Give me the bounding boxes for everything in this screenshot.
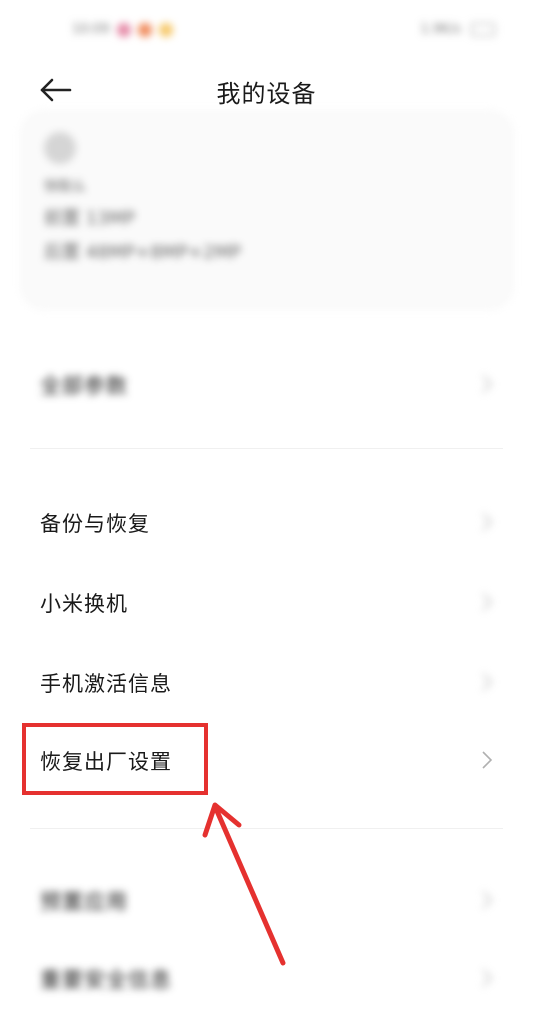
backup-restore-label: 备份与恢复 bbox=[40, 512, 150, 536]
activation-info-row[interactable]: 手机激活信息 bbox=[0, 650, 533, 714]
chevron-right-icon bbox=[482, 673, 493, 691]
header: 我的设备 bbox=[0, 62, 533, 118]
chevron-right-icon bbox=[482, 375, 493, 393]
my-device-screen: 10:09 1.9K/s 我的设备 快取么 前置 13MP 后置 48MP+8M… bbox=[0, 0, 533, 1020]
section-divider bbox=[30, 828, 503, 829]
preinstalled-apps-row[interactable]: 预置应用 bbox=[0, 868, 533, 932]
all-params-label: 全部参数 bbox=[40, 374, 128, 398]
preinstalled-apps-label: 预置应用 bbox=[40, 890, 128, 914]
backup-restore-row[interactable]: 备份与恢复 bbox=[0, 490, 533, 554]
page-title: 我的设备 bbox=[216, 80, 317, 108]
section-divider bbox=[30, 448, 503, 449]
rear-camera-spec: 后置 48MP+8MP+2MP bbox=[44, 242, 241, 263]
chevron-right-icon bbox=[482, 969, 493, 987]
status-time-text: 10:09 bbox=[72, 22, 110, 37]
chevron-right-icon bbox=[482, 593, 493, 611]
status-time: 10:09 bbox=[72, 22, 173, 37]
safety-info-label: 重要安全信息 bbox=[40, 968, 172, 992]
chevron-right-icon bbox=[482, 513, 493, 531]
device-avatar bbox=[44, 132, 76, 164]
front-camera-spec: 前置 13MP bbox=[44, 208, 136, 229]
mi-mover-row[interactable]: 小米换机 bbox=[0, 570, 533, 634]
all-params-row[interactable]: 全部参数 bbox=[0, 352, 533, 416]
device-info-card[interactable]: 快取么 前置 13MP 后置 48MP+8MP+2MP bbox=[22, 112, 512, 308]
factory-reset-row[interactable]: 恢复出厂设置 bbox=[0, 728, 533, 792]
battery-icon bbox=[471, 23, 495, 36]
status-bar: 10:09 1.9K/s bbox=[0, 18, 533, 48]
chevron-right-icon bbox=[482, 891, 493, 909]
network-speed: 1.9K/s bbox=[420, 22, 461, 37]
notification-icon bbox=[116, 22, 131, 37]
safety-info-row[interactable]: 重要安全信息 bbox=[0, 946, 533, 1010]
mi-mover-label: 小米换机 bbox=[40, 592, 128, 616]
notification-icon bbox=[137, 22, 152, 37]
factory-reset-label: 恢复出厂设置 bbox=[40, 750, 172, 774]
chevron-right-icon bbox=[482, 751, 493, 769]
device-name: 快取么 bbox=[44, 179, 86, 195]
status-indicators: 1.9K/s bbox=[420, 22, 495, 37]
notification-icon bbox=[158, 22, 173, 37]
activation-info-label: 手机激活信息 bbox=[40, 672, 172, 696]
